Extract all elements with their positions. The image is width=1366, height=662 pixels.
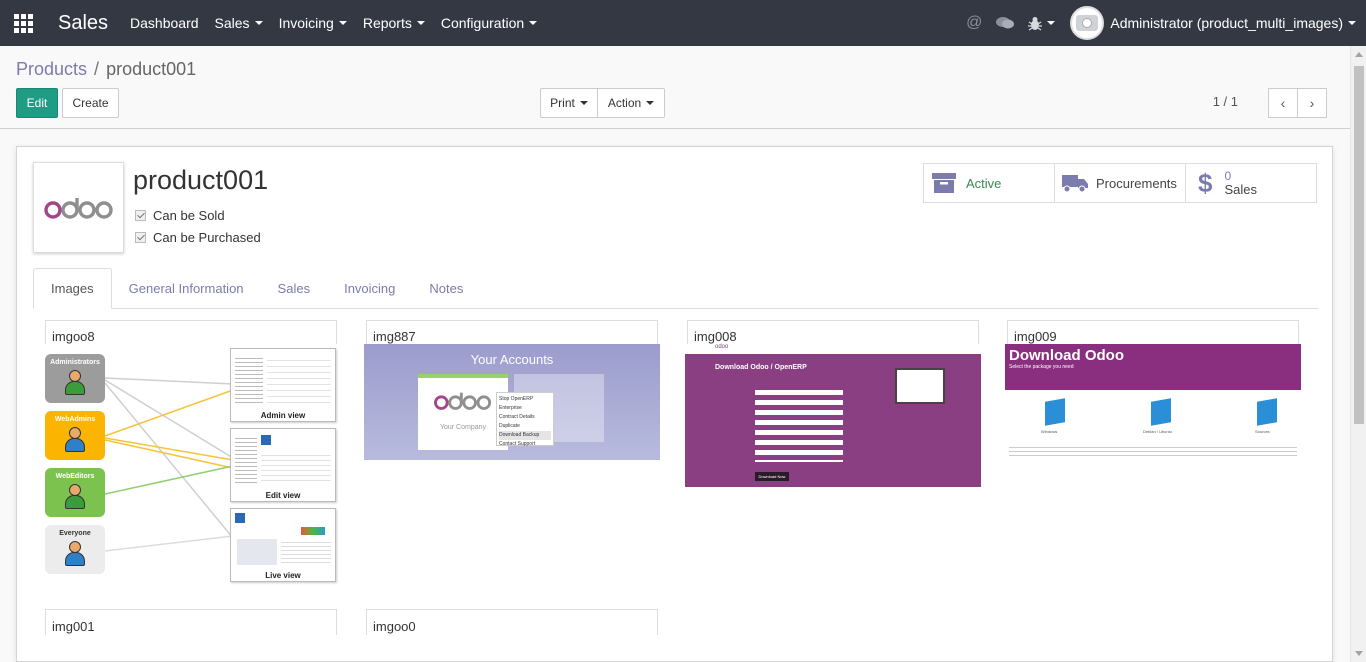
- action-button[interactable]: Action: [597, 88, 665, 118]
- tab-notes[interactable]: Notes: [412, 268, 480, 309]
- tab-sales[interactable]: Sales: [261, 268, 328, 309]
- sales-label: Sales: [1224, 182, 1257, 197]
- sales-count-button[interactable]: $ 0 Sales: [1185, 163, 1317, 203]
- active-label: Active: [966, 175, 1002, 191]
- can-be-sold-checkbox[interactable]: [135, 210, 146, 221]
- caret-down-icon: [646, 101, 655, 105]
- bug-icon[interactable]: [1021, 0, 1062, 46]
- download-odoo-image: Download Odoo Select the package you nee…: [1005, 344, 1301, 462]
- apps-grid-icon[interactable]: [0, 0, 46, 46]
- image-card[interactable]: img887 Your Accounts Your Company Stop O…: [364, 320, 660, 460]
- menu-invoicing[interactable]: Invoicing: [271, 0, 355, 46]
- image-card[interactable]: imgoo8 Administrators WebAdmins WebEdito…: [45, 320, 337, 590]
- role-webeditors: WebEditors: [45, 468, 105, 517]
- can-be-purchased-label: Can be Purchased: [153, 230, 261, 245]
- caret-down-icon: [1348, 21, 1356, 25]
- avatar[interactable]: [1070, 6, 1105, 40]
- top-navbar: Sales Dashboard Sales Invoicing Reports …: [0, 0, 1366, 46]
- create-button[interactable]: Create: [62, 88, 119, 118]
- breadcrumb-current: product001: [106, 59, 197, 79]
- tab-invoicing[interactable]: Invoicing: [327, 268, 412, 309]
- print-button[interactable]: Print: [540, 88, 598, 118]
- admin-view-thumbnail: Admin view: [230, 348, 336, 422]
- caret-down-icon: [579, 101, 588, 105]
- scroll-thumb[interactable]: [1354, 66, 1364, 424]
- image-title: img001: [52, 619, 95, 634]
- can-be-sold-row: Can be Sold: [135, 208, 225, 223]
- image-card[interactable]: img001: [45, 609, 337, 635]
- pager-previous-button[interactable]: ‹: [1268, 88, 1298, 118]
- role-everyone: Everyone: [45, 525, 105, 574]
- product-name: product001: [133, 165, 269, 195]
- caret-down-icon: [529, 21, 538, 25]
- camera-icon: [1076, 15, 1099, 31]
- truck-icon: [1062, 175, 1088, 193]
- tab-general-information[interactable]: General Information: [112, 268, 261, 309]
- breadcrumb-products[interactable]: Products: [16, 59, 87, 80]
- archive-icon: [932, 173, 956, 193]
- image-card[interactable]: img009 Download Odoo Select the package …: [1005, 320, 1301, 490]
- breadcrumb: Products / product001: [16, 59, 196, 80]
- form-sheet: product001 Can be Sold Can be Purchased …: [16, 146, 1333, 662]
- role-webadmins: WebAdmins: [45, 411, 105, 460]
- image-card[interactable]: imgoo0: [366, 609, 658, 635]
- edit-button[interactable]: Edit: [16, 88, 58, 118]
- control-panel: Products / product001 Edit Create Print …: [0, 46, 1350, 129]
- breadcrumb-separator: /: [94, 59, 100, 79]
- can-be-sold-label: Can be Sold: [153, 208, 225, 223]
- menu-sales[interactable]: Sales: [207, 0, 271, 46]
- can-be-purchased-row: Can be Purchased: [135, 230, 261, 245]
- sales-count: 0: [1224, 169, 1232, 183]
- notebook-tabs: Images General Information Sales Invoici…: [33, 268, 1318, 309]
- image-title: imgoo8: [45, 320, 337, 344]
- menu-reports[interactable]: Reports: [355, 0, 433, 46]
- at-icon[interactable]: @: [959, 0, 989, 46]
- active-toggle-button[interactable]: Active: [923, 163, 1055, 203]
- caret-down-icon: [1047, 21, 1056, 25]
- person-icon: [65, 541, 85, 567]
- pager-value: 1 / 1: [1212, 94, 1238, 109]
- caret-down-icon: [416, 21, 425, 25]
- procurements-button[interactable]: Procurements: [1054, 163, 1186, 203]
- odoo-logo: [43, 197, 113, 219]
- person-icon: [65, 370, 85, 396]
- person-icon: [65, 427, 85, 453]
- product-image[interactable]: [33, 162, 124, 253]
- menu-configuration[interactable]: Configuration: [433, 0, 545, 46]
- live-view-thumbnail: Live view: [230, 508, 336, 582]
- app-brand: Sales: [58, 11, 109, 34]
- dollar-icon: $: [1198, 167, 1213, 198]
- tab-images[interactable]: Images: [33, 268, 112, 309]
- roles-diagram-image: Administrators WebAdmins WebEditors Ever…: [45, 348, 337, 584]
- your-accounts-image: Your Accounts Your Company Stop OpenERP …: [364, 344, 660, 460]
- procurements-label: Procurements: [1096, 175, 1177, 191]
- debian-package-icon: [1151, 398, 1171, 426]
- image-card[interactable]: img008 odoo Download Odoo / OpenERP Down…: [685, 320, 981, 490]
- image-title: imgoo0: [373, 619, 416, 634]
- user-menu[interactable]: Administrator (product_multi_images): [1110, 15, 1356, 31]
- image-title: img009: [1007, 320, 1299, 344]
- chat-icon[interactable]: [989, 0, 1021, 46]
- image-title: img887: [366, 320, 658, 344]
- image-title: img008: [687, 320, 979, 344]
- edit-view-thumbnail: Edit view: [230, 428, 336, 502]
- page-scrollbar[interactable]: [1350, 46, 1366, 662]
- caret-down-icon: [254, 21, 263, 25]
- person-icon: [65, 484, 85, 510]
- scroll-down-arrow-icon[interactable]: [1355, 651, 1363, 656]
- scroll-up-arrow-icon[interactable]: [1355, 52, 1363, 57]
- can-be-purchased-checkbox[interactable]: [135, 232, 146, 243]
- windows-package-icon: [1045, 398, 1065, 426]
- caret-down-icon: [338, 21, 347, 25]
- sources-package-icon: [1257, 398, 1277, 426]
- pager-next-button[interactable]: ›: [1297, 88, 1327, 118]
- role-administrators: Administrators: [45, 354, 105, 403]
- download-odoo-openerp-image: odoo Download Odoo / OpenERP Download No…: [685, 344, 981, 487]
- menu-dashboard[interactable]: Dashboard: [122, 0, 207, 46]
